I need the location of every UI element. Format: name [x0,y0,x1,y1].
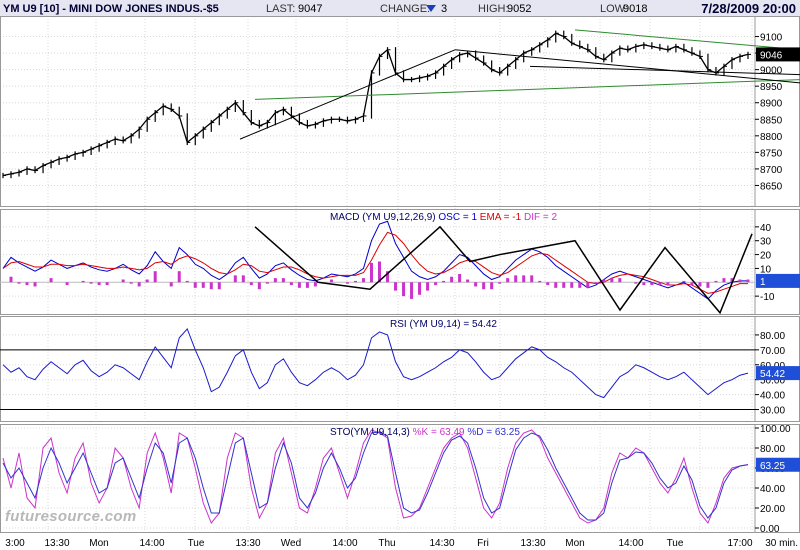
y-tick-label: 70.00 [760,346,785,357]
x-tick-label: Thu [378,538,395,549]
y-tick-label: 80.00 [760,444,785,455]
high-label: HIGH: [478,3,509,15]
y-tick-label: 8800 [760,132,783,143]
value-tag-label: 54.42 [760,369,785,380]
header-bar: YM U9 [10] - MINI DOW JONES INDUS.-$5 LA… [0,0,800,16]
legend-entry: %D = 63.25 [467,427,520,438]
legend-entry: OSC = 1 [438,212,479,223]
y-tick-label: 10 [760,264,772,275]
y-tick-label: 0.00 [760,524,780,535]
symbol-title: YM U9 [10] - MINI DOW JONES INDUS.-$5 [3,3,219,15]
y-tick-label: 8650 [760,181,783,192]
datetime-label: 7/28/2009 20:00 [701,1,796,16]
x-tick-label: 14:00 [618,538,643,549]
panes: 8650870087508800885089008950900090509100… [0,16,800,535]
price-tag-label: 9046 [760,50,783,61]
trendline-black-1 [239,49,456,140]
last-value: 9047 [298,3,322,15]
x-tick-label: Fri [477,538,489,549]
y-tick-label: -10 [760,292,775,303]
time-axis: 3:00 13:30 Mon 14:00 Tue 13:30 Wed 14:00 Thu 14:3… [5,538,798,549]
pane-title: MACD (YM U9,12,26,9) OSC = 1 EMA = -1 DI… [330,212,557,223]
y-tick-label: 40.00 [760,391,785,402]
y-tick-label: 100.00 [760,424,791,435]
chart-area: 8650870087508800885089008950900090509100… [0,16,800,549]
pane-title-text: STO(YM U9,14,3) [330,427,413,438]
value-tag-label: 1 [760,277,766,288]
x-axis-unit: 30 min. [765,538,798,549]
pane-title-text: RSI (YM U9,14) = 54.42 [390,319,497,330]
change-value: 3 [441,3,447,15]
y-tick-label: 30.00 [760,406,785,417]
grid-lines [0,16,755,532]
series-line-rsi [2,328,749,399]
pane-title: RSI (YM U9,14) = 54.42 [390,319,497,330]
x-tick-label: 14:00 [139,538,164,549]
x-tick-label: 13:30 [44,538,69,549]
watermark: futuresource.com [5,508,137,525]
last-label: LAST: [266,3,295,15]
x-tick-label: Tue [667,538,684,549]
value-tag-label: 63.25 [760,461,785,472]
legend-entry: DIF = 2 [524,212,558,223]
y-tick-label: 20.00 [760,504,785,515]
macd-zigzag-line [254,225,753,315]
y-tick-label: 40.00 [760,484,785,495]
y-tick-label: 9000 [760,66,783,77]
y-tick-label: 9100 [760,33,783,44]
x-tick-label: 13:30 [235,538,260,549]
change-label: CHANGE: [380,3,430,15]
low-value: 9018 [623,3,647,15]
legend-entry: %K = 63.49 [413,427,468,438]
pane-title: STO(YM U9,14,3) %K = 63.49 %D = 63.25 [330,427,520,438]
x-tick-label: Tue [188,538,205,549]
y-tick-label: 8950 [760,82,783,93]
y-tick-label: 40 [760,223,772,234]
price-line [2,32,749,177]
x-tick-label: 14:00 [332,538,357,549]
y-tick-label: 30 [760,237,772,248]
y-tick-label: 8700 [760,165,783,176]
x-tick-label: 3:00 [5,538,25,549]
chart-stage: YM U9 [10] - MINI DOW JONES INDUS.-$5 LA… [0,0,800,550]
y-tick-label: 80.00 [760,331,785,342]
y-tick-label: 8750 [760,148,783,159]
x-tick-label: 13:30 [520,538,545,549]
x-tick-label: Mon [565,538,584,549]
y-tick-label: 20 [760,251,772,262]
pane-frame [0,316,800,422]
x-tick-label: 14:30 [429,538,454,549]
series-line-pctd [2,431,749,521]
legend-entry: EMA = -1 [480,212,524,223]
x-tick-label: Mon [89,538,108,549]
pane-frame [0,16,800,207]
y-tick-label: 8850 [760,115,783,126]
x-tick-label: Wed [281,538,301,549]
trendline-green-lower [254,79,800,100]
y-tick-label: 8900 [760,99,783,110]
x-tick-label: 17:00 [727,538,752,549]
pane-title-text: MACD (YM U9,12,26,9) [330,212,438,223]
high-value: 9052 [507,3,531,15]
